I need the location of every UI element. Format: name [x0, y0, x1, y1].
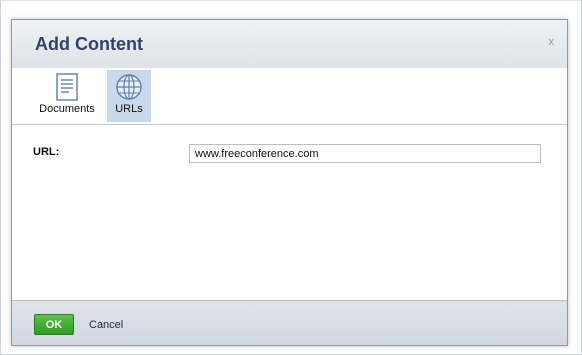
ok-button[interactable]: OK: [34, 314, 74, 335]
tool-documents[interactable]: Documents: [34, 70, 100, 122]
dialog-header: Add Content x: [12, 20, 567, 69]
close-icon[interactable]: x: [549, 36, 555, 48]
tool-urls-label: URLs: [115, 103, 143, 115]
dialog-title: Add Content: [35, 34, 143, 54]
tool-documents-label: Documents: [39, 103, 95, 115]
dialog-footer: OK Cancel: [12, 300, 567, 345]
url-input[interactable]: [189, 144, 541, 163]
content-type-toolbar: Documents URLs: [12, 68, 567, 125]
document-icon: [56, 73, 78, 101]
add-content-dialog: Add Content x Documents URLs URL: www.fr…: [11, 19, 568, 346]
dialog-body: URL:: [12, 125, 567, 301]
cancel-link[interactable]: Cancel: [89, 319, 123, 331]
globe-icon: [116, 74, 142, 100]
tool-urls[interactable]: URLs: [107, 70, 151, 122]
url-label: URL:: [33, 146, 60, 158]
